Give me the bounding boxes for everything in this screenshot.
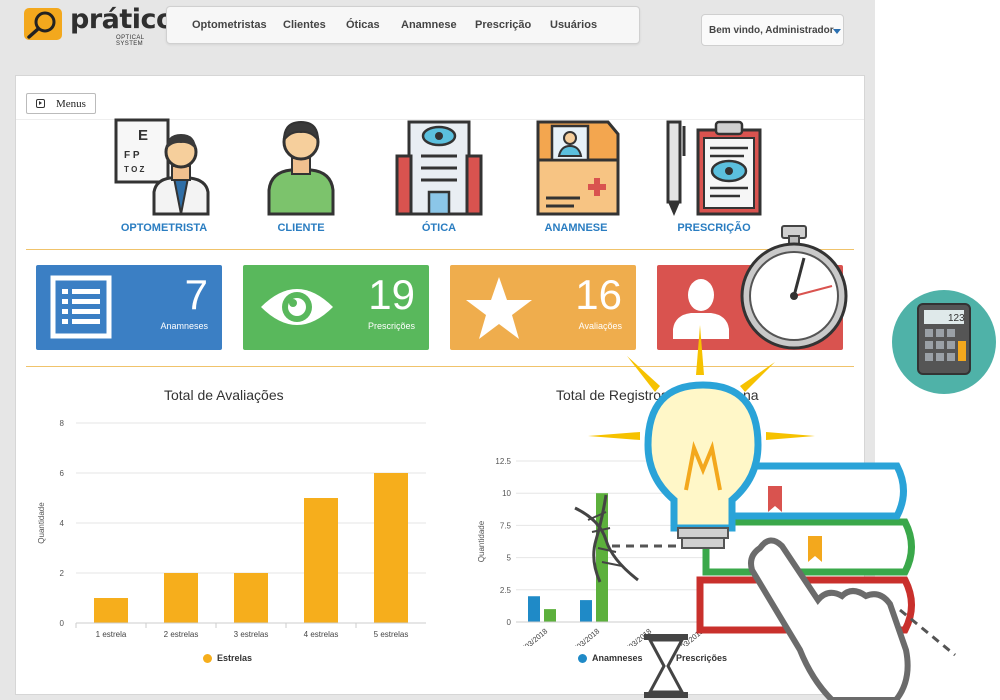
calculator-icon: 123 [892, 290, 996, 394]
hourglass-icon [644, 634, 688, 698]
screenshot-stage: prático OPTICAL SYSTEM Optometristas Cli… [0, 0, 1000, 700]
decorative-illustration: 123 [574, 225, 996, 700]
dna-helix-icon [574, 494, 639, 583]
calculator-display-text: 123 [948, 313, 965, 324]
stopwatch-icon [740, 225, 848, 350]
